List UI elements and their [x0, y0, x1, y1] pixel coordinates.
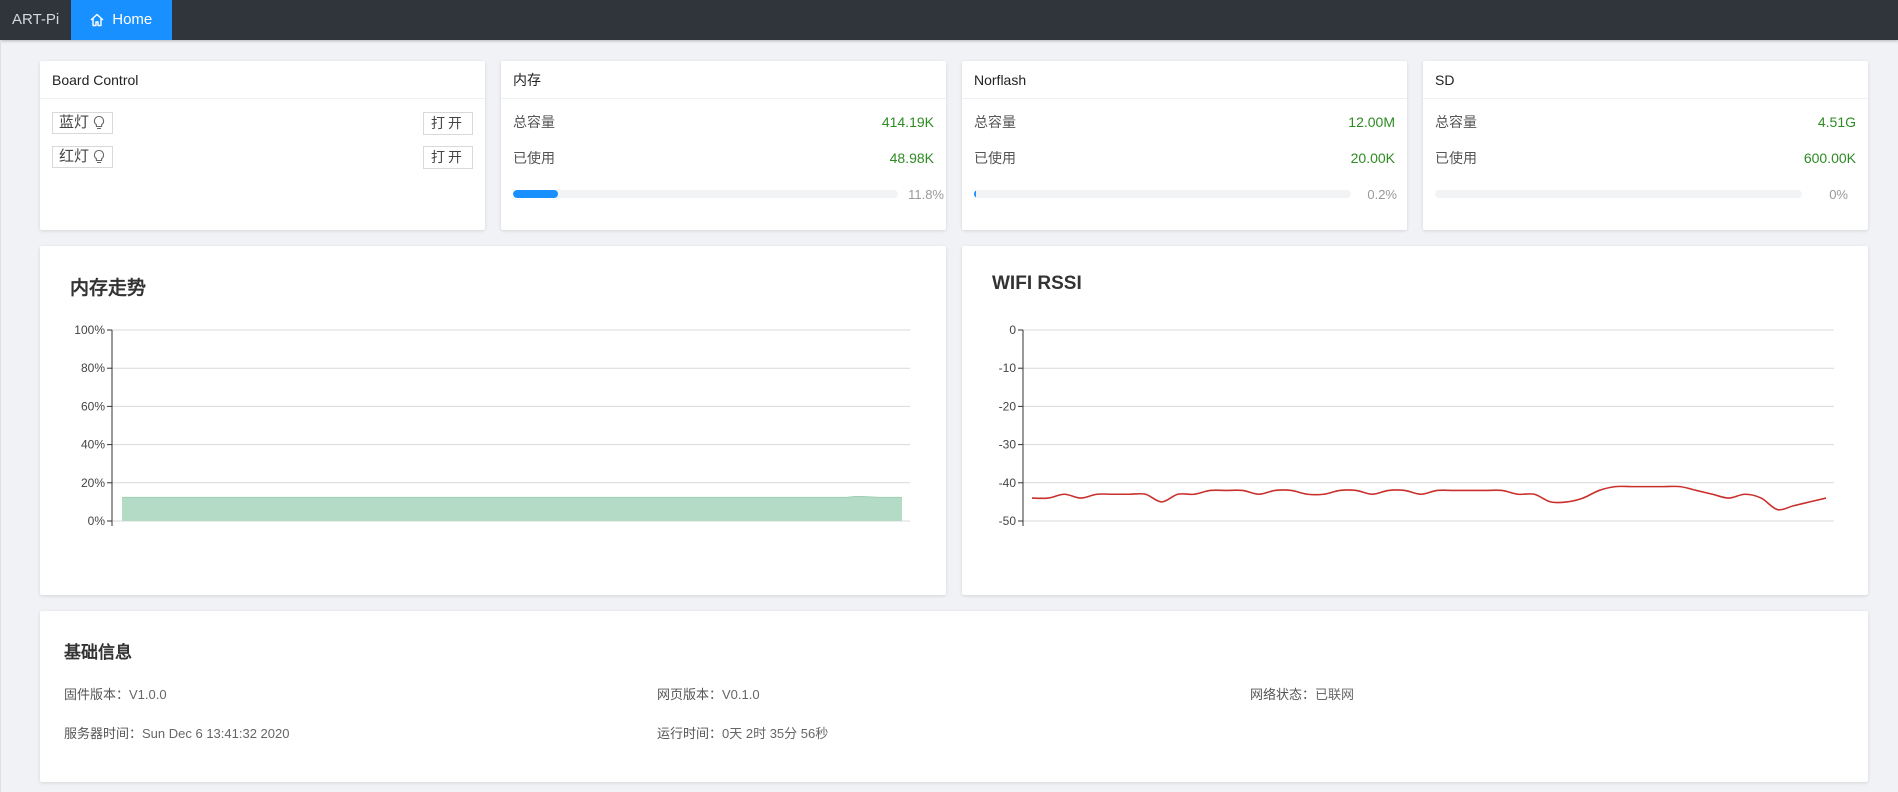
y-tick-label: 100%: [74, 323, 105, 337]
network-status-value: 已联网: [1315, 687, 1355, 702]
sd-card: SD 总容量 4.51G 已使用 600.00K 0%: [1423, 61, 1868, 230]
server-time-label: 服务器时间：: [64, 726, 143, 741]
norflash-total-row: 总容量 12.00M: [974, 112, 1395, 132]
memory-progress-track: [513, 190, 898, 198]
y-tick-label: -10: [999, 361, 1017, 375]
y-tick-label: 0%: [88, 514, 106, 528]
led-row-blue: 蓝灯 打开: [52, 111, 473, 135]
sd-used-value: 600.00K: [1803, 150, 1856, 166]
norflash-total-label: 总容量: [974, 114, 1016, 130]
y-tick-label: -20: [999, 399, 1017, 413]
y-tick-label: -40: [999, 476, 1017, 490]
sd-used-row: 已使用 600.00K: [1435, 148, 1856, 168]
nav-home-label: Home: [112, 11, 153, 28]
norflash-used-label: 已使用: [974, 150, 1016, 166]
memory-trend-chart: 100% 80% 60% 40% 20% 0%: [74, 323, 910, 528]
rssi-line-series: [1031, 485, 1827, 511]
y-tick-label: 60%: [81, 399, 105, 413]
blue-led-text: 蓝灯: [59, 114, 90, 131]
sd-progress: 0%: [1435, 186, 1848, 202]
board-control-card: Board Control 蓝灯 打开 红灯 打开: [40, 61, 485, 230]
bulb-icon: [93, 115, 105, 130]
firmware-version-label: 固件版本：: [64, 687, 130, 702]
sd-progress-track: [1435, 190, 1802, 198]
sd-total-label: 总容量: [1435, 114, 1477, 130]
firmware-version: 固件版本：V1.0.0: [64, 684, 167, 703]
memory-area-series: [122, 496, 902, 521]
norflash-progress-percent: 0.2%: [1367, 186, 1397, 202]
blue-led-label: 蓝灯: [52, 112, 114, 134]
web-version-label: 网页版本：: [657, 687, 723, 702]
red-led-label: 红灯: [52, 146, 114, 168]
norflash-used-row: 已使用 20.00K: [974, 148, 1395, 168]
y-tick-label: 40%: [81, 438, 105, 452]
network-status: 网络状态：已联网: [1250, 684, 1354, 703]
top-navbar: ART-Pi Home: [0, 0, 1898, 40]
norflash-card: Norflash 总容量 12.00M 已使用 20.00K 0.2%: [962, 61, 1407, 230]
memory-card-title: 内存: [501, 61, 946, 99]
sd-progress-percent: 0%: [1829, 186, 1848, 202]
norflash-used-value: 20.00K: [1350, 150, 1395, 166]
y-tick-label: 80%: [81, 361, 105, 375]
web-version: 网页版本：V0.1.0: [657, 684, 760, 703]
sd-card-title: SD: [1423, 61, 1868, 99]
wifi-rssi-card: WIFI RSSI 0 -10 -20 -30 -40 -50: [962, 246, 1868, 595]
blue-led-open-button[interactable]: 打开: [423, 111, 473, 135]
red-led-open-button[interactable]: 打开: [423, 145, 473, 169]
firmware-version-value: V1.0.0: [129, 687, 167, 702]
norflash-progress-track: [974, 190, 1351, 198]
memory-total-value: 414.19K: [881, 114, 934, 130]
brand-label[interactable]: ART-Pi: [0, 0, 71, 40]
norflash-total-value: 12.00M: [1348, 114, 1395, 130]
y-tick-label: -30: [999, 438, 1017, 452]
uptime-value: 0天 2时 35分 56秒: [722, 726, 829, 741]
board-control-title: Board Control: [40, 61, 485, 99]
memory-progress-percent: 11.8%: [908, 186, 944, 202]
memory-trend-card: 内存走势 100% 80% 60% 40% 20% 0%: [40, 246, 946, 595]
memory-progress-fill: [513, 190, 559, 198]
red-led-text: 红灯: [59, 148, 90, 165]
y-tick-label: -50: [999, 514, 1017, 528]
memory-card: 内存 总容量 414.19K 已使用 48.98K 11.8%: [501, 61, 946, 230]
memory-used-label: 已使用: [513, 150, 555, 166]
left-edge-divider: [0, 40, 1, 792]
web-version-value: V0.1.0: [722, 687, 760, 702]
server-time: 服务器时间：Sun Dec 6 13:41:32 2020: [64, 723, 289, 742]
memory-total-row: 总容量 414.19K: [513, 112, 934, 132]
server-time-value: Sun Dec 6 13:41:32 2020: [142, 726, 290, 741]
y-tick-label: 20%: [81, 476, 105, 490]
led-row-red: 红灯 打开: [52, 145, 473, 169]
home-icon: [90, 13, 104, 27]
basic-info-title: 基础信息: [64, 643, 132, 662]
norflash-progress-fill: [974, 190, 976, 198]
basic-info-card: 基础信息 固件版本：V1.0.0 网页版本：V0.1.0 网络状态：已联网 服务…: [40, 611, 1868, 782]
uptime: 运行时间：0天 2时 35分 56秒: [657, 723, 828, 742]
memory-progress: 11.8%: [513, 186, 944, 202]
memory-used-value: 48.98K: [889, 150, 934, 166]
wifi-rssi-chart: 0 -10 -20 -30 -40 -50: [999, 323, 1834, 528]
uptime-label: 运行时间：: [657, 726, 723, 741]
norflash-card-title: Norflash: [962, 61, 1407, 99]
norflash-progress: 0.2%: [974, 186, 1397, 202]
bulb-icon: [93, 149, 105, 164]
sd-total-row: 总容量 4.51G: [1435, 112, 1856, 132]
sd-total-value: 4.51G: [1817, 114, 1856, 130]
nav-tab-home[interactable]: Home: [71, 0, 173, 40]
memory-area-edge: [122, 496, 902, 498]
sd-used-label: 已使用: [1435, 150, 1477, 166]
y-tick-label: 0: [1009, 323, 1016, 337]
memory-used-row: 已使用 48.98K: [513, 148, 934, 168]
network-status-label: 网络状态：: [1250, 687, 1316, 702]
memory-total-label: 总容量: [513, 114, 555, 130]
